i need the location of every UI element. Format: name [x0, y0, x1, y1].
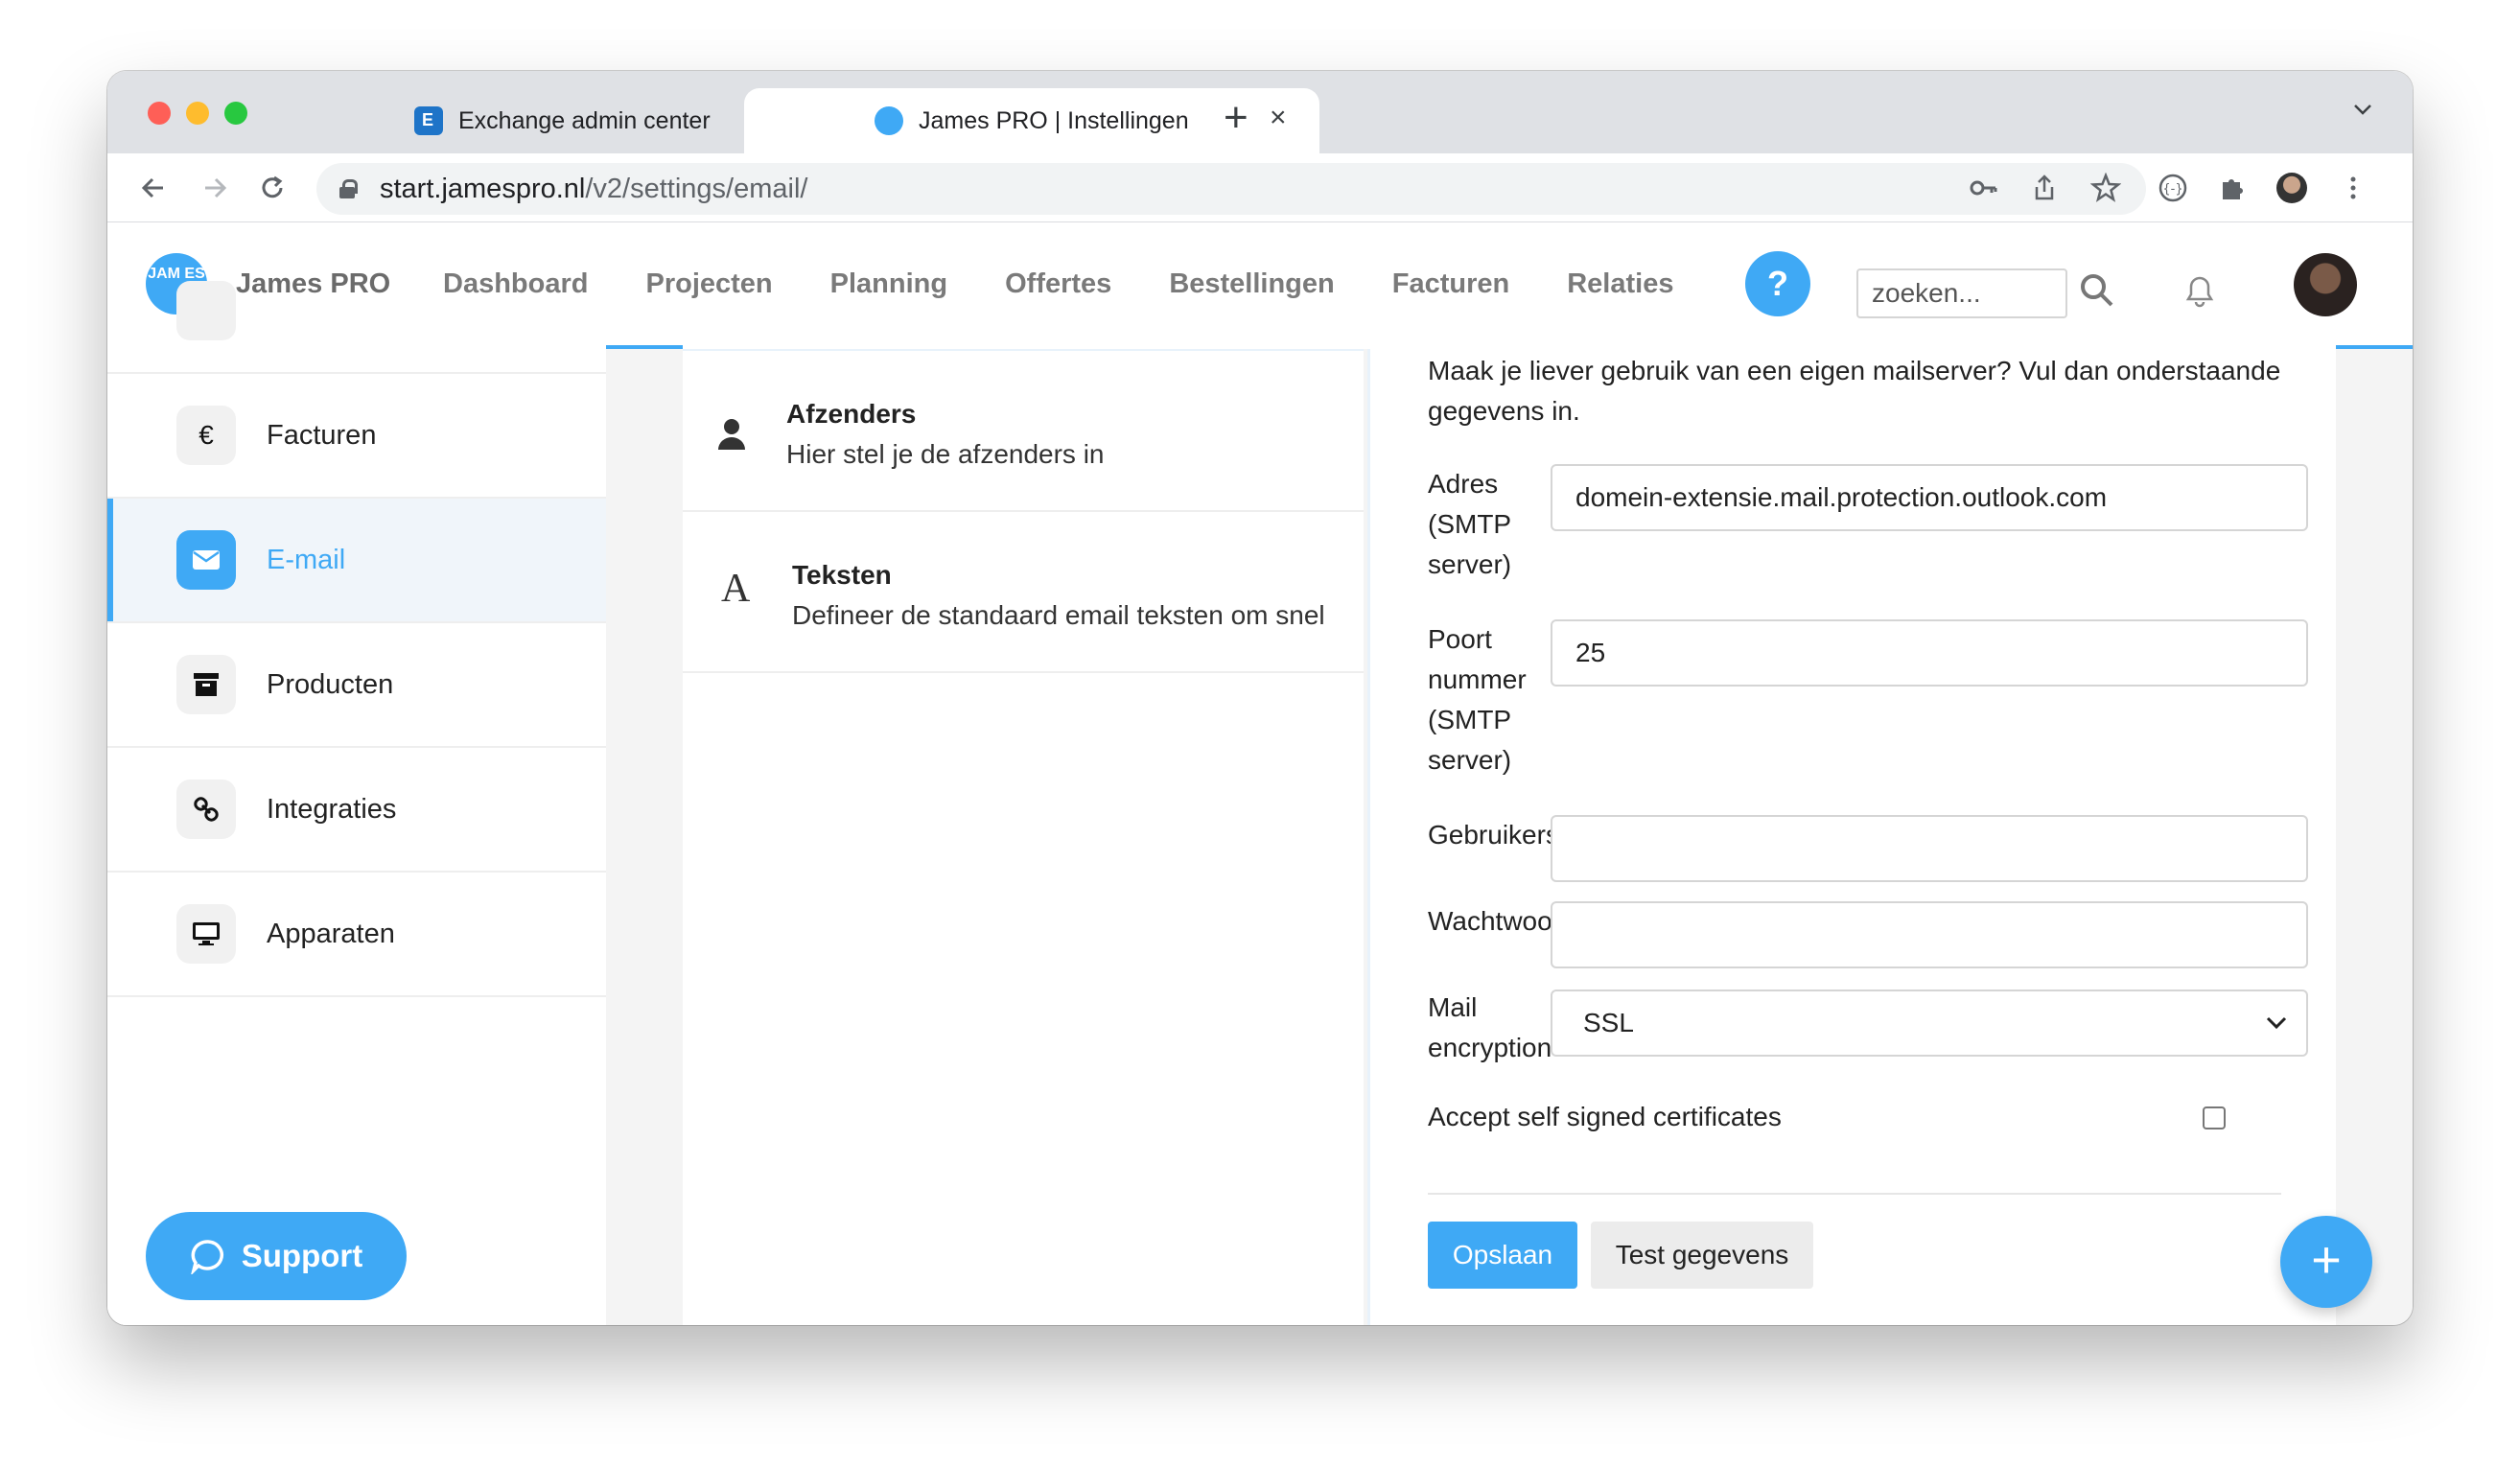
help-button[interactable]: ?: [1745, 251, 1810, 316]
form-intro: Maak je liever gebruik van een eigen mai…: [1428, 356, 2281, 426]
jamespro-icon: [875, 106, 903, 135]
nav-planning[interactable]: Planning: [830, 268, 947, 300]
nav-facturen[interactable]: Facturen: [1392, 268, 1509, 300]
euro-icon: €: [176, 406, 236, 465]
nav-offertes[interactable]: Offertes: [1005, 268, 1111, 300]
sidebar-item-label: Integraties: [267, 793, 397, 825]
more-menu-icon[interactable]: [2338, 173, 2368, 203]
menu-item-desc: Hier stel je de afzenders in: [786, 439, 1105, 469]
exchange-icon: [414, 106, 443, 135]
close-tab-icon[interactable]: ×: [1270, 102, 1287, 134]
envelope-icon: [176, 530, 236, 590]
user-avatar[interactable]: [2294, 253, 2357, 316]
smtp-address-input[interactable]: [1551, 464, 2308, 531]
bell-icon[interactable]: [2179, 268, 2221, 311]
forward-icon[interactable]: [199, 173, 230, 203]
extension-code-icon[interactable]: {-}: [2158, 173, 2188, 203]
address-label: Adres (SMTP server): [1428, 469, 1512, 579]
user-icon: [718, 419, 745, 450]
browser-tab-exchange[interactable]: Exchange admin center ×: [295, 88, 827, 153]
smtp-port-input[interactable]: [1551, 619, 2308, 687]
encryption-label: Mail encryption: [1428, 992, 1552, 1062]
menu-item-title: Teksten: [792, 560, 892, 590]
new-tab-button[interactable]: +: [1224, 94, 1248, 142]
lock-icon: [339, 179, 358, 198]
puzzle-icon[interactable]: [2217, 173, 2248, 203]
sidebar-item-apparaten[interactable]: Apparaten: [107, 873, 606, 997]
address-bar[interactable]: start.jamespro.nl/v2/settings/email/: [316, 163, 2146, 215]
back-icon[interactable]: [138, 173, 169, 203]
link-icon: [176, 780, 236, 839]
key-icon[interactable]: [1968, 173, 1998, 203]
form-divider: [1428, 1193, 2281, 1195]
chevron-down-icon: [2266, 1016, 2287, 1030]
chevron-down-icon[interactable]: [2351, 98, 2374, 121]
nav-relaties[interactable]: Relaties: [1567, 268, 1673, 300]
maximize-window-button[interactable]: [224, 102, 247, 125]
encryption-selected-value: SSL: [1583, 1008, 1634, 1037]
port-label: Poort nummer (SMTP server): [1428, 624, 1527, 775]
sidebar-item-producten[interactable]: Producten: [107, 623, 606, 748]
svg-text:{-}: {-}: [2162, 182, 2182, 197]
close-window-button[interactable]: [148, 102, 171, 125]
smtp-settings-form: Maak je liever gebruik van een eigen mai…: [1367, 349, 2336, 1325]
reload-icon[interactable]: [257, 173, 288, 203]
sidebar-item-label: E-mail: [267, 544, 346, 575]
star-icon[interactable]: [2090, 173, 2121, 203]
browser-titlebar: Exchange admin center × James PRO | Inst…: [107, 71, 2413, 153]
nav-bestellingen[interactable]: Bestellingen: [1169, 268, 1334, 300]
search-icon[interactable]: [2077, 270, 2115, 309]
profile-avatar[interactable]: [2276, 173, 2307, 203]
add-fab-button[interactable]: +: [2280, 1216, 2372, 1308]
test-settings-button[interactable]: Test gegevens: [1591, 1222, 1813, 1289]
username-label: Gebruikersnaam: [1428, 820, 1551, 850]
menu-item-afzenders[interactable]: Afzenders Hier stel je de afzenders in: [683, 351, 1364, 512]
sidebar-item-label: Producten: [267, 668, 394, 700]
settings-sidebar: € Facturen E-mail Producten Integraties: [107, 281, 606, 1325]
sidebar-item-email[interactable]: E-mail: [107, 499, 606, 623]
tab-title: James PRO | Instellingen: [919, 106, 1189, 134]
menu-item-desc: Defineer de standaard email teksten om s…: [792, 600, 1325, 630]
url-text: start.jamespro.nl/v2/settings/email/: [380, 173, 808, 204]
settings-content: € Facturen E-mail Producten Integraties: [107, 281, 2413, 1325]
monitor-icon: [176, 904, 236, 964]
font-icon: A: [721, 567, 751, 611]
password-input[interactable]: [1551, 901, 2308, 968]
sidebar-item-facturen[interactable]: € Facturen: [107, 374, 606, 499]
nav-projecten[interactable]: Projecten: [645, 268, 772, 300]
support-button[interactable]: Support: [146, 1212, 407, 1300]
tab-title: Exchange admin center: [458, 106, 711, 134]
sidebar-item-label: Facturen: [267, 419, 377, 451]
sidebar-item-label: Apparaten: [267, 918, 395, 949]
chat-bubble-icon: [190, 1240, 223, 1274]
menu-item-title: Afzenders: [786, 399, 917, 429]
self-signed-checkbox[interactable]: [2203, 1106, 2226, 1129]
support-label: Support: [241, 1238, 363, 1273]
sidebar-item-partial[interactable]: [107, 249, 606, 374]
browser-window: Exchange admin center × James PRO | Inst…: [107, 71, 2413, 1325]
search-input[interactable]: [1856, 268, 2067, 318]
password-label: Wachtwoord: [1428, 906, 1551, 936]
main-nav: Dashboard Projecten Planning Offertes Be…: [443, 268, 1731, 300]
minimize-window-button[interactable]: [186, 102, 209, 125]
sidebar-item-integraties[interactable]: Integraties: [107, 748, 606, 873]
save-button[interactable]: Opslaan: [1428, 1222, 1577, 1289]
username-input[interactable]: [1551, 815, 2308, 882]
sidebar-partial-icon: [176, 281, 236, 340]
menu-item-teksten[interactable]: A Teksten Defineer de standaard email te…: [683, 512, 1364, 673]
share-icon[interactable]: [2029, 173, 2060, 203]
self-signed-label: Accept self signed certificates: [1428, 1102, 1782, 1131]
encryption-select[interactable]: SSL: [1551, 990, 2308, 1057]
email-settings-menu: Afzenders Hier stel je de afzenders in A…: [683, 349, 1364, 1325]
archive-icon: [176, 655, 236, 714]
browser-toolbar: start.jamespro.nl/v2/settings/email/ {-}: [107, 153, 2413, 222]
